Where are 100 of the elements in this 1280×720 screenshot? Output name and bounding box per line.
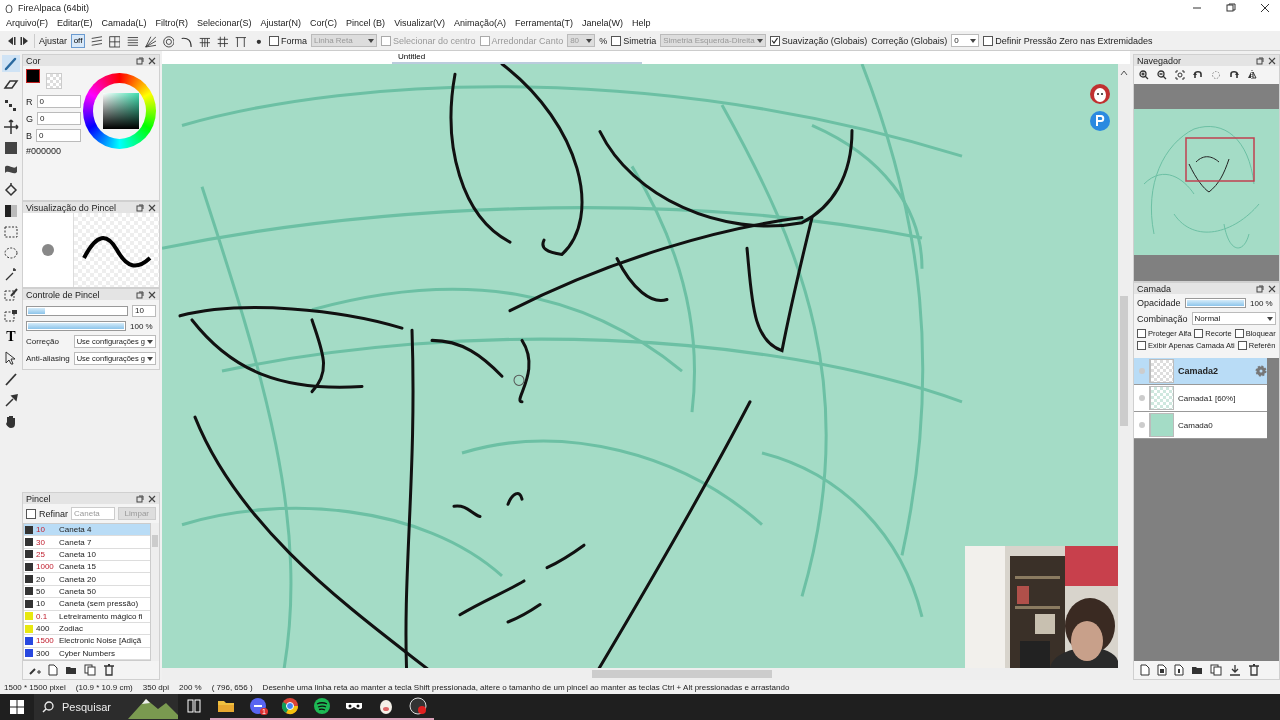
brush-dot-icon (41, 243, 55, 257)
dropdown[interactable]: Normal (1191, 312, 1276, 325)
app-icon (4, 2, 14, 13)
scroll-thumb[interactable] (592, 670, 772, 678)
close-icon (148, 56, 156, 65)
bucket-tool[interactable] (2, 181, 20, 198)
brush-item[interactable]: 300 Cyber Numbers (24, 647, 150, 660)
menu-item[interactable]: Pincel (B) (344, 18, 393, 28)
checkbox[interactable] (269, 35, 279, 46)
checkbox[interactable] (1234, 329, 1244, 338)
scroll-thumb[interactable] (1120, 296, 1128, 426)
snap-button[interactable] (89, 33, 103, 48)
brush-item[interactable]: 0.1 Letreiramento mágico fi (24, 610, 150, 623)
menu-item[interactable]: Filtro(R) (153, 18, 196, 28)
brush-item[interactable]: 10 Caneta (sem pressão) (24, 598, 150, 611)
menu-item[interactable]: Visualizar(V) (392, 18, 452, 28)
dropdown[interactable]: 0 (951, 34, 980, 47)
scrollbar[interactable] (151, 523, 159, 661)
brush-size: 400 (36, 624, 51, 634)
brush-item[interactable]: 400 Zodiac (24, 622, 150, 636)
gradient-tool[interactable] (2, 202, 20, 219)
channel-field[interactable]: 0 (37, 112, 82, 125)
menu-item[interactable]: Ferramenta(T) (513, 18, 581, 28)
checkbox[interactable] (1137, 341, 1146, 350)
channel-field[interactable]: 0 (36, 129, 82, 142)
brush-name: Caneta 20 (59, 574, 96, 584)
snap-button[interactable]: off (71, 33, 85, 48)
size-slider[interactable] (26, 306, 128, 316)
select-eraser-tool[interactable] (2, 307, 20, 324)
brush-size: 1000 (36, 562, 55, 572)
taskbar-search[interactable]: Pesquisar (34, 694, 178, 720)
checkbox[interactable] (1237, 341, 1247, 350)
fill-rect-tool[interactable] (2, 139, 20, 156)
select-pen-tool[interactable] (2, 286, 20, 303)
menu-item[interactable]: Animação(A) (452, 18, 513, 28)
snap-button[interactable] (143, 33, 157, 48)
float-icon (136, 56, 144, 65)
zoom-in-icon (1139, 70, 1149, 80)
checkbox[interactable] (1194, 329, 1204, 338)
menu-item[interactable]: Arquivo(F) (4, 18, 55, 28)
size-field[interactable]: 10 (132, 305, 156, 317)
search-icon (42, 701, 54, 713)
brush-size: 1500 (36, 636, 55, 646)
layer-item[interactable]: Camada2 (1134, 358, 1267, 385)
brush-item[interactable]: 20 Caneta 20 (24, 573, 150, 586)
fill-rect-icon (3, 139, 19, 156)
brush-size: 20 (36, 574, 46, 584)
menu-item[interactable]: Ajustar(N) (258, 18, 309, 28)
rotate-right-icon (1229, 70, 1239, 80)
brush-size: 300 (36, 648, 51, 658)
layer-item[interactable]: Camada0 (1134, 412, 1267, 439)
checkbox[interactable] (1137, 329, 1146, 338)
menu-item[interactable]: Editar(E) (55, 18, 100, 28)
cloud-service-icon[interactable] (1090, 111, 1110, 131)
checkbox-label: Forma (281, 35, 308, 46)
brush-item[interactable]: 50 Caneta 50 (24, 585, 150, 599)
brush-item[interactable]: 1500 Electronic Noise [Adiçã (24, 635, 150, 648)
record-app[interactable] (402, 694, 434, 720)
brush-item[interactable]: 10 Caneta 4 (24, 524, 150, 537)
checkbox[interactable] (611, 35, 622, 46)
scroll-thumb[interactable] (152, 535, 158, 547)
checkbox[interactable] (26, 508, 36, 519)
scroll-up-icon (1120, 70, 1128, 76)
zoom-fit-icon (1175, 70, 1185, 80)
task-view-icon (184, 696, 204, 716)
menu-item[interactable]: Help (630, 18, 658, 28)
brush-item[interactable]: 1000 Caneta 15 (24, 561, 150, 574)
checkbox[interactable] (769, 35, 780, 46)
text-tool[interactable]: T (2, 328, 20, 345)
concentric-icon (162, 33, 174, 48)
channel-field[interactable]: 0 (36, 95, 82, 108)
primary-color-swatch[interactable] (26, 69, 40, 83)
brush-item[interactable]: 30 Caneta 7 (24, 536, 150, 549)
toolbar-label: Ajustar (39, 35, 67, 46)
caret-icon (147, 356, 153, 361)
menu-item[interactable]: Cor(C) (308, 18, 345, 28)
canvas-preview-drawing[interactable] (1134, 84, 1279, 281)
option-label: Anti-aliasing (26, 354, 70, 363)
brush-name: Caneta 50 (59, 586, 96, 596)
copy-icon (1210, 664, 1222, 676)
windows-icon (10, 700, 24, 714)
snap-button[interactable] (107, 33, 121, 48)
brush-item[interactable]: 25 Caneta 10 (24, 548, 150, 562)
brush-size: 50 (36, 586, 46, 596)
checkbox-label: Simetria (623, 35, 657, 46)
panel-title: Controle de Pincel (26, 289, 101, 300)
brush-tool[interactable] (2, 55, 20, 72)
menu-item[interactable]: Camada(L) (99, 18, 154, 28)
brush-size: 25 (36, 549, 46, 559)
checkbox[interactable] (983, 35, 994, 46)
panel-title: Pincel (26, 493, 52, 504)
alpaca-icon[interactable] (1090, 84, 1110, 104)
move-tool[interactable] (2, 118, 20, 135)
secondary-color-swatch[interactable] (46, 73, 62, 89)
caret-icon (586, 38, 593, 43)
brush-name: Zodiac (59, 624, 83, 634)
layer-item[interactable]: Camada1 [60%] (1134, 385, 1267, 412)
menu-item[interactable]: Selecionar(S) (195, 18, 259, 28)
menu-item[interactable]: Janela(W) (580, 18, 631, 28)
status-text: 200 % (179, 682, 202, 692)
